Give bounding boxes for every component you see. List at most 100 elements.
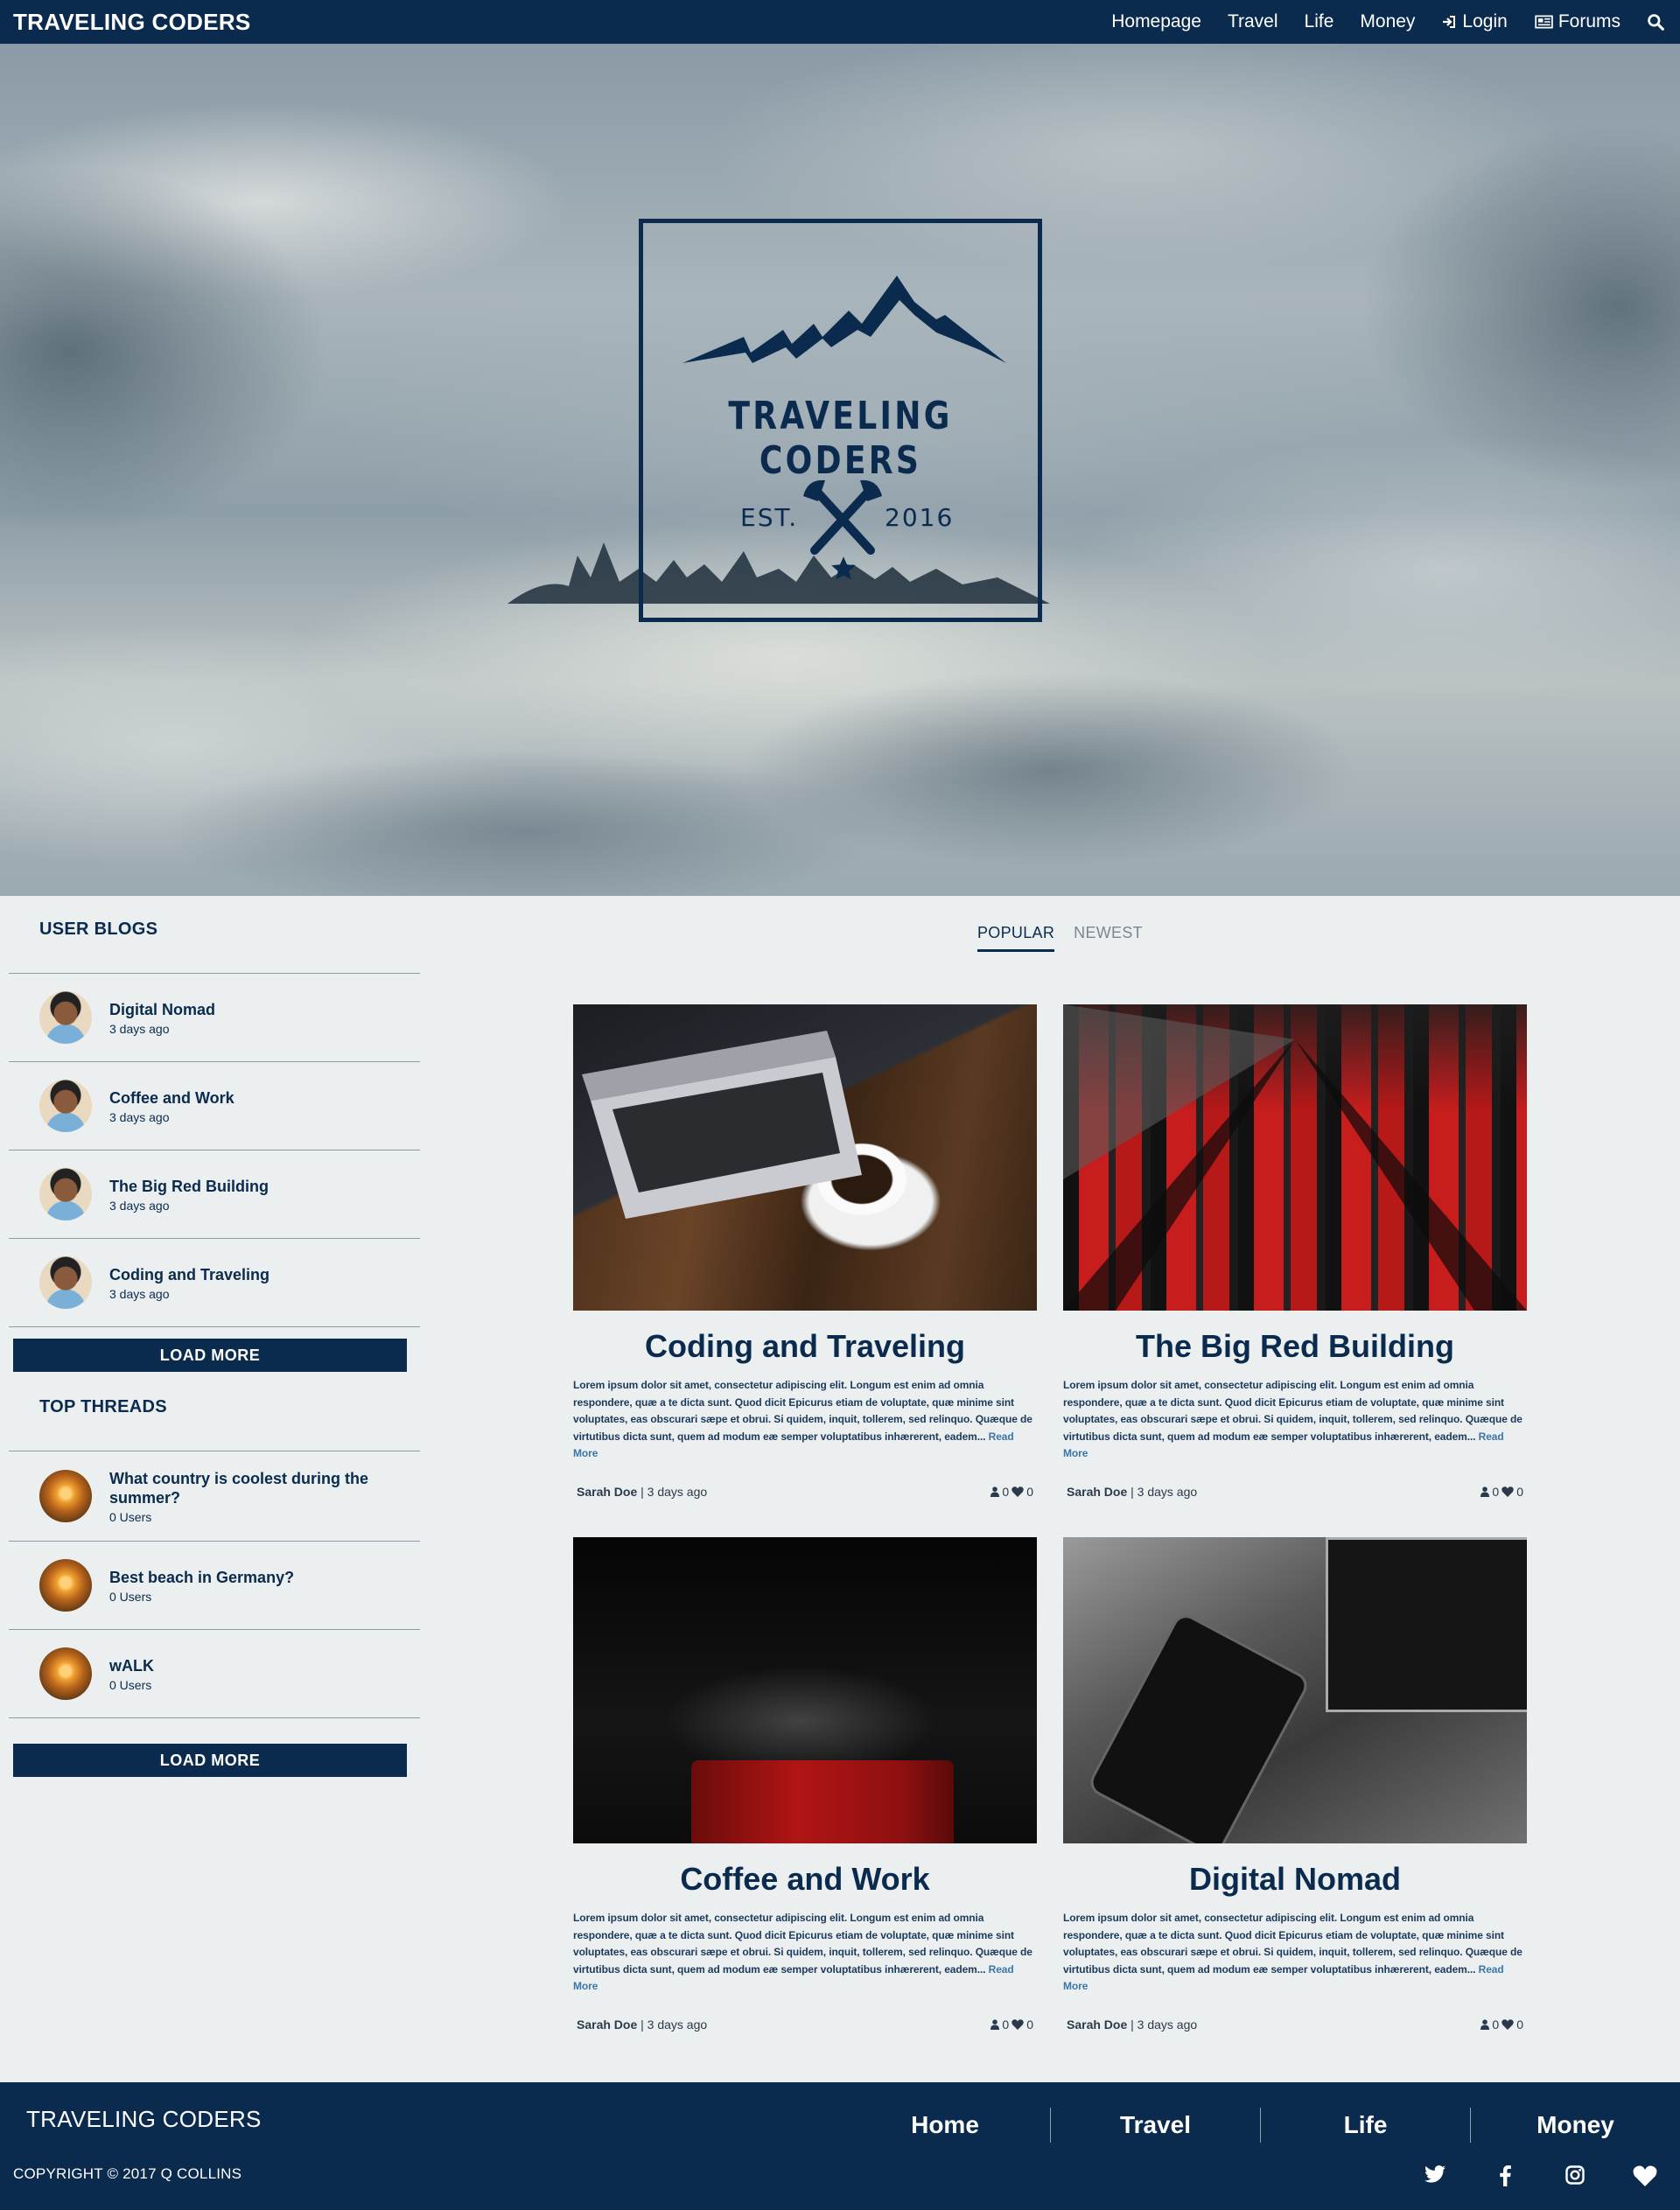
nav-forums-label: Forums [1558,11,1620,31]
post-excerpt-text: Lorem ipsum dolor sit amet, consectetur … [573,1379,1032,1443]
post-byline: Sarah Doe | 3 days ago [1067,2018,1197,2032]
footer-link-life[interactable]: Life [1260,2108,1470,2143]
top-threads-heading: TOP THREADS [39,1397,167,1416]
thread-title[interactable]: Best beach in Germany? [109,1568,294,1587]
thread-users: 0 Users [109,1509,152,1524]
footer: TRAVELING CODERS COPYRIGHT © 2017 Q COLL… [0,2082,1680,2210]
thread-title[interactable]: What country is coolest during the summe… [109,1469,389,1507]
nav-forums[interactable]: Forums [1534,11,1620,32]
list-item[interactable]: wALK 0 Users [9,1630,420,1718]
brand-logo-link[interactable]: TRAVELING CODERS [13,9,251,36]
heart-icon[interactable] [1012,2018,1024,2030]
hero-logo-emblem: TRAVELING CODERS EST. 2016 [639,219,1042,622]
post-author[interactable]: Sarah Doe [577,2018,637,2032]
post-title[interactable]: The Big Red Building [1063,1326,1527,1370]
instagram-link[interactable] [1540,2165,1610,2186]
twitter-icon [1424,2165,1446,2183]
post-stats: 0 0 [990,1485,1033,1499]
thread-title[interactable]: wALK [109,1656,154,1675]
thread-users: 0 Users [109,1589,152,1604]
user-icon [990,1486,1000,1497]
social-links [1400,2165,1680,2186]
post-byline: Sarah Doe | 3 days ago [577,2018,707,2032]
list-item[interactable]: The Big Red Building 3 days ago [9,1150,420,1239]
footer-link-home[interactable]: Home [840,2108,1050,2143]
search-button[interactable] [1647,13,1664,31]
list-item[interactable]: Best beach in Germany? 0 Users [9,1542,420,1630]
post-image[interactable] [573,1004,1037,1311]
avatar [39,1470,92,1522]
post-excerpt: Lorem ipsum dolor sit amet, consectetur … [573,1377,1037,1463]
list-item-text: Coding and Traveling 3 days ago [109,1265,270,1301]
tab-newest[interactable]: NEWEST [1074,924,1143,952]
nav-life[interactable]: Life [1305,11,1334,32]
post-author[interactable]: Sarah Doe [1067,1485,1127,1499]
post-byline: Sarah Doe | 3 days ago [577,1485,707,1499]
facebook-link[interactable] [1470,2165,1540,2186]
list-item[interactable]: Coffee and Work 3 days ago [9,1062,420,1150]
nav-login-label: Login [1462,11,1508,31]
building-graphic [1063,1004,1527,1311]
avatar [39,1559,92,1612]
post-excerpt: Lorem ipsum dolor sit amet, consectetur … [573,1910,1037,1996]
heart-icon[interactable] [1012,1486,1024,1497]
post-image[interactable] [573,1537,1037,1843]
blog-title[interactable]: Digital Nomad [109,1000,215,1019]
nav-login[interactable]: Login [1441,11,1508,32]
crossed-axes-icon [803,479,882,555]
footer-link-travel[interactable]: Travel [1050,2108,1260,2143]
search-icon [1648,14,1664,31]
nav-travel[interactable]: Travel [1228,11,1278,32]
blog-date: 3 days ago [109,1021,170,1036]
nav-homepage[interactable]: Homepage [1111,11,1201,32]
footer-link-money[interactable]: Money [1470,2108,1680,2143]
post-title[interactable]: Coffee and Work [573,1859,1037,1903]
post-user-count: 0 [1492,2017,1500,2032]
blog-title[interactable]: Coffee and Work [109,1088,234,1108]
list-item[interactable]: What country is coolest during the summe… [9,1451,420,1542]
heart-icon[interactable] [1502,2018,1514,2030]
load-more-blogs-button[interactable]: LOAD MORE [13,1339,407,1372]
user-blogs-list: Digital Nomad 3 days ago Coffee and Work… [9,973,420,1327]
post-title[interactable]: Coding and Traveling [573,1326,1037,1370]
navbar: TRAVELING CODERS Homepage Travel Life Mo… [0,0,1680,44]
list-item[interactable]: Coding and Traveling 3 days ago [9,1239,420,1327]
post-excerpt-text: Lorem ipsum dolor sit amet, consectetur … [1063,1912,1522,1976]
post-stats: 0 0 [1480,2018,1523,2032]
facebook-icon [1499,2165,1511,2186]
load-more-threads-button[interactable]: LOAD MORE [13,1744,407,1777]
post-date: | 3 days ago [640,1484,708,1499]
post-author[interactable]: Sarah Doe [1067,2018,1127,2032]
post-excerpt: Lorem ipsum dolor sit amet, consectetur … [1063,1377,1527,1463]
heart-icon[interactable] [1502,1486,1514,1497]
user-icon [1480,1486,1490,1497]
post-card: The Big Red Building Lorem ipsum dolor s… [1063,1004,1527,1499]
post-author[interactable]: Sarah Doe [577,1485,637,1499]
logo-year: 2016 [885,503,955,532]
post-image[interactable] [1063,1537,1527,1843]
mountain-icon [682,276,1006,363]
blog-title[interactable]: Coding and Traveling [109,1265,270,1284]
logo-title: TRAVELING CODERS [728,394,953,483]
post-date: | 3 days ago [1130,1484,1198,1499]
post-byline: Sarah Doe | 3 days ago [1067,1485,1197,1499]
post-card: Coding and Traveling Lorem ipsum dolor s… [573,1004,1037,1499]
list-item-text: What country is coolest during the summe… [109,1469,389,1524]
user-blogs-heading: USER BLOGS [39,920,158,939]
nav-money[interactable]: Money [1360,11,1415,32]
post-like-count: 0 [1516,1484,1523,1499]
post-image[interactable] [1063,1004,1527,1311]
post-meta: Sarah Doe | 3 days ago 0 0 [1063,1485,1527,1499]
blog-date: 3 days ago [109,1109,170,1124]
footer-brand[interactable]: TRAVELING CODERS [26,2106,262,2133]
post-like-count: 0 [1026,1484,1033,1499]
heart-link[interactable] [1610,2165,1680,2186]
tab-popular[interactable]: POPULAR [977,924,1055,952]
twitter-link[interactable] [1400,2165,1470,2186]
list-item[interactable]: Digital Nomad 3 days ago [9,974,420,1062]
user-icon [990,2018,1000,2030]
blog-title[interactable]: The Big Red Building [109,1177,269,1196]
post-title[interactable]: Digital Nomad [1063,1859,1527,1903]
post-user-count: 0 [1492,1484,1500,1499]
post-user-count: 0 [1002,1484,1010,1499]
